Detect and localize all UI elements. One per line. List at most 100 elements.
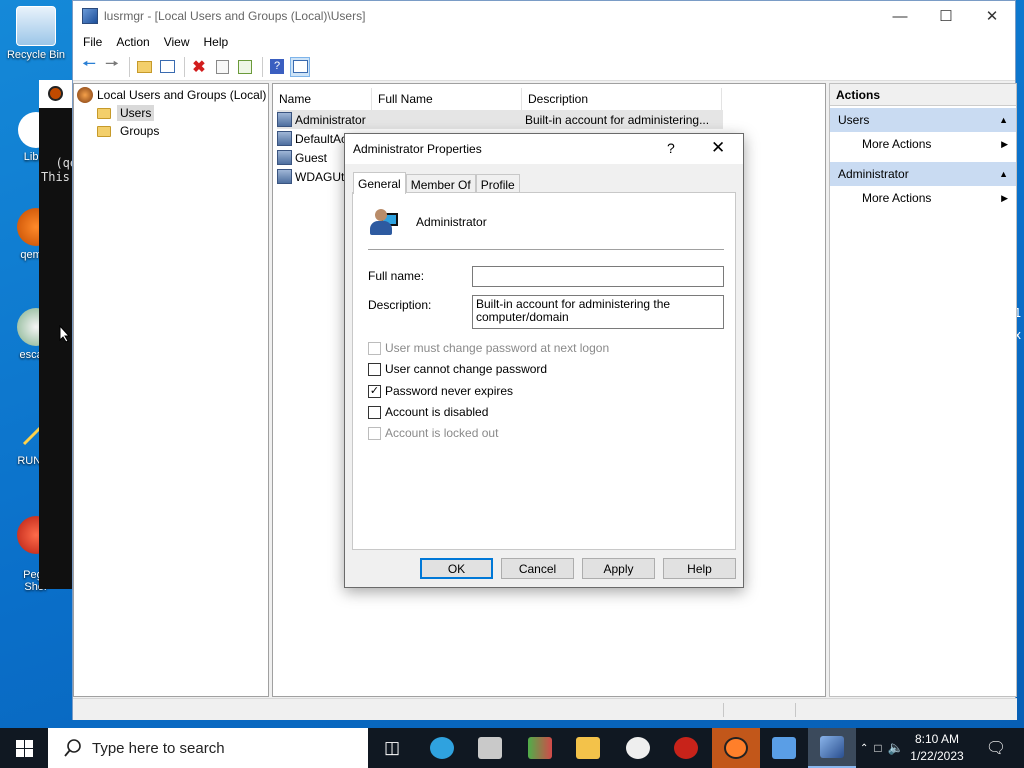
checkbox-cannot-change-password[interactable]: User cannot change password xyxy=(368,361,547,377)
checkbox-account-disabled[interactable]: Account is disabled xyxy=(368,404,488,420)
menu-view[interactable]: View xyxy=(157,35,197,49)
taskbar-search-box[interactable]: Type here to search xyxy=(48,728,368,768)
pega-taskbar-icon xyxy=(674,737,698,759)
user-icon xyxy=(277,112,292,127)
qemu-taskbar-icon xyxy=(724,737,748,759)
ok-button[interactable]: OK xyxy=(420,558,493,579)
more-actions-label: More Actions xyxy=(862,191,932,205)
more-actions-administrator[interactable]: More Actions ▶ xyxy=(830,186,1016,210)
apply-button[interactable]: Apply xyxy=(582,558,655,579)
back-arrow-icon: 🠔 xyxy=(81,56,96,73)
table-row[interactable]: Guest xyxy=(277,148,327,167)
taskbar-app-users[interactable] xyxy=(516,728,564,768)
row-name: WDAGUti xyxy=(295,169,347,184)
taskbar-app-explorer[interactable] xyxy=(564,728,612,768)
full-name-input[interactable] xyxy=(472,266,724,287)
description-input[interactable]: Built-in account for administering the c… xyxy=(472,295,724,329)
user-avatar-icon xyxy=(368,207,398,237)
close-button[interactable]: ✕ xyxy=(969,1,1015,31)
taskbar-app-lusrmgr[interactable] xyxy=(808,728,856,768)
show-hide-tree-button[interactable] xyxy=(157,57,177,77)
task-view-icon: ◫ xyxy=(383,738,401,757)
actions-section-users[interactable]: Users ▲ xyxy=(830,108,1016,132)
menu-file[interactable]: File xyxy=(76,35,109,49)
tab-member-of[interactable]: Member Of xyxy=(405,174,476,194)
help-book-icon: ? xyxy=(270,59,284,74)
tab-profile[interactable]: Profile xyxy=(475,174,520,194)
submenu-arrow-icon: ▶ xyxy=(1001,138,1008,149)
checkbox-label: User must change password at next logon xyxy=(385,341,610,355)
forward-arrow-icon: 🠖 xyxy=(104,56,119,73)
menu-help[interactable]: Help xyxy=(197,35,236,49)
taskbar-app-remote[interactable] xyxy=(760,728,808,768)
mouse-cursor-icon xyxy=(59,325,71,343)
column-header-full-name[interactable]: Full Name xyxy=(372,88,522,110)
taskbar-app-qemu[interactable] xyxy=(712,728,760,768)
notification-center-button[interactable]: 🗨 xyxy=(976,728,1016,768)
qemu-small-icon xyxy=(48,86,63,101)
window-titlebar[interactable]: lusrmgr - [Local Users and Groups (Local… xyxy=(73,1,1015,31)
tab-general[interactable]: General xyxy=(353,172,406,194)
actions-section-title: Administrator xyxy=(838,167,909,181)
start-button[interactable] xyxy=(0,728,48,768)
task-view-button[interactable]: ◫ xyxy=(368,728,416,768)
maximize-button[interactable]: ☐ xyxy=(923,1,969,31)
export-list-button[interactable] xyxy=(235,57,255,77)
lusrmgr-icon xyxy=(82,8,98,24)
column-header-description[interactable]: Description xyxy=(522,88,722,110)
table-row[interactable]: Administrator Built-in account for admin… xyxy=(277,110,723,129)
chevron-up-icon[interactable]: ⌃ xyxy=(860,743,868,754)
properties-button[interactable] xyxy=(212,57,232,77)
back-button[interactable]: 🠔 xyxy=(79,56,99,77)
help-dialog-button[interactable]: Help xyxy=(663,558,736,579)
dialog-close-button[interactable]: ✕ xyxy=(711,138,725,158)
dialog-help-button[interactable]: ? xyxy=(667,140,675,156)
actions-section-title: Users xyxy=(838,113,870,127)
checkbox-label: Password never expires xyxy=(385,384,514,398)
cancel-button[interactable]: Cancel xyxy=(501,558,574,579)
recycle-bin-shortcut[interactable]: Recycle Bin xyxy=(4,6,68,61)
taskbar-clock[interactable]: 8:10 AM 1/22/2023 xyxy=(902,731,972,765)
menu-action[interactable]: Action xyxy=(109,35,156,49)
table-row[interactable]: DefaultAc xyxy=(277,129,347,148)
checkbox-label: Account is disabled xyxy=(385,405,489,419)
tree-item-groups-label: Groups xyxy=(120,124,160,138)
tree-item-users[interactable]: Users xyxy=(97,104,155,122)
taskbar-app-edge[interactable] xyxy=(418,728,466,768)
checkbox-account-locked-out[interactable]: Account is locked out xyxy=(368,425,498,441)
checkbox-must-change-password[interactable]: User must change password at next logon xyxy=(368,340,609,356)
up-folder-icon xyxy=(136,60,152,73)
table-row[interactable]: WDAGUti xyxy=(277,167,347,186)
folder-icon xyxy=(97,125,111,137)
submenu-arrow-icon: ▶ xyxy=(1001,192,1008,203)
minimize-button[interactable]: — xyxy=(877,1,923,31)
network-icon[interactable]: □ xyxy=(874,741,881,755)
lusrmgr-taskbar-icon xyxy=(820,736,844,758)
username-label: Administrator xyxy=(416,215,487,229)
clock-time: 8:10 AM xyxy=(914,732,960,746)
help-button[interactable]: ? xyxy=(267,57,287,77)
delete-button[interactable]: ✖ xyxy=(189,57,209,77)
row-description: Built-in account for administering... xyxy=(525,112,710,127)
taskbar-app-printer[interactable] xyxy=(466,728,514,768)
system-tray: ⌃ □ 🔈 xyxy=(860,728,904,768)
checkbox-password-never-expires[interactable]: ✓ Password never expires xyxy=(368,383,513,399)
action-pane-icon xyxy=(292,60,308,73)
terminal-titlebar[interactable] xyxy=(39,80,73,108)
taskbar-app-pega[interactable] xyxy=(662,728,710,768)
column-header-name[interactable]: Name xyxy=(273,88,372,110)
tree-root[interactable]: Local Users and Groups (Local) xyxy=(77,86,266,104)
forward-button[interactable]: 🠖 xyxy=(102,56,122,77)
tree-item-groups[interactable]: Groups xyxy=(97,122,162,140)
dialog-titlebar[interactable]: Administrator Properties ? ✕ xyxy=(345,134,743,164)
taskbar-app-escargot[interactable] xyxy=(614,728,662,768)
up-folder-button[interactable] xyxy=(134,57,154,77)
toolbar-separator xyxy=(262,56,263,77)
actions-section-administrator[interactable]: Administrator ▲ xyxy=(830,162,1016,186)
more-actions-users[interactable]: More Actions ▶ xyxy=(830,132,1016,156)
menu-bar: File Action View Help xyxy=(73,31,1015,53)
toolbar-separator xyxy=(184,56,185,77)
show-action-pane-button[interactable] xyxy=(290,56,310,77)
full-name-label: Full name: xyxy=(368,269,425,283)
row-name: Administrator xyxy=(295,112,366,127)
